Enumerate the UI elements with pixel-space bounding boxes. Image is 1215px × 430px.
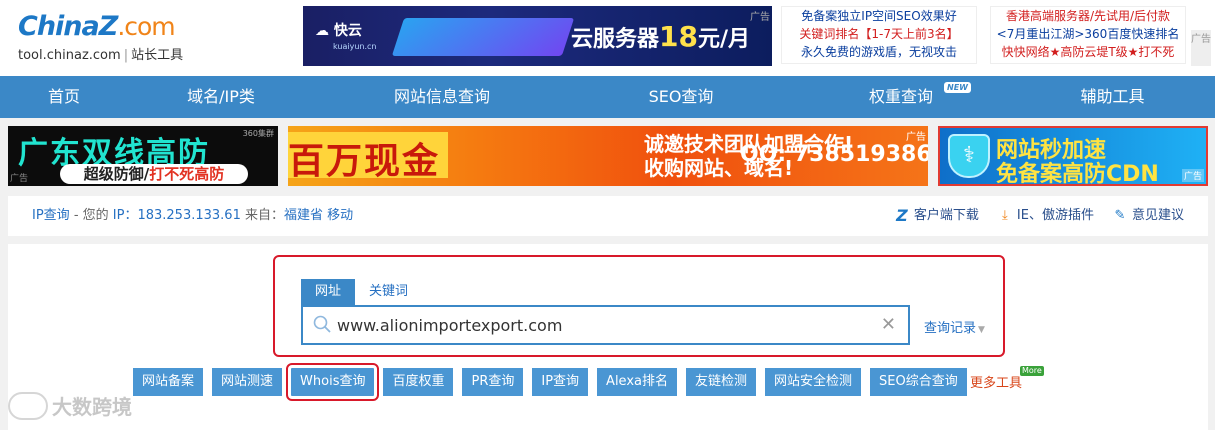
nav-home[interactable]: 首页 [0, 76, 128, 118]
ad-label: 广告 [750, 12, 770, 23]
text-ad-line[interactable]: 关键词排名【1-7天上前3名】 [782, 25, 976, 43]
side-ad-label: 广告 [1191, 30, 1211, 66]
watermark: 大数跨境 [8, 391, 132, 420]
banner-headline: 云服务器18元/月 [571, 20, 751, 53]
ip-label: - 您的 [69, 208, 113, 223]
tool-links-button[interactable]: 友链检测 [685, 368, 756, 396]
ad-label: 广告 [1181, 169, 1204, 182]
new-badge: NEW [944, 82, 971, 93]
nav-tools[interactable]: 辅助工具 [1010, 76, 1215, 118]
main-nav: 首页 域名/IP类 网站信息查询 SEO查询 权重查询 NEW 辅助工具 [0, 76, 1215, 118]
close-icon[interactable]: ✕ [881, 316, 896, 334]
watermark-logo-icon [8, 391, 48, 420]
tool-alexa-button[interactable]: Alexa排名 [597, 368, 677, 396]
top-ad-banner[interactable]: ☁ 快云 kuaiyun.cn 云服务器18元/月 广告 [303, 6, 772, 66]
tool-security-button[interactable]: 网站安全检测 [765, 368, 862, 396]
feedback-link[interactable]: ✎ 意见建议 [1112, 196, 1184, 236]
text-ad-2[interactable]: 香港高端服务器/先试用/后付款 <7月重出江湖>360百度快速排名 快快网络★高… [990, 6, 1186, 64]
more-badge: More [1020, 366, 1044, 376]
ad-recruit[interactable]: 百万现金 诚邀技术团队加盟合作! 收购网站、域名! QQ: 738519386 … [288, 126, 928, 186]
logo-wordmark: ChinaZ.com [18, 11, 176, 42]
tool-pr-button[interactable]: PR查询 [462, 368, 524, 396]
plugin-link[interactable]: ⤓ IE、傲游插件 [997, 196, 1094, 236]
text-ad-line[interactable]: 快快网络★高防云堤T级★打不死 [991, 43, 1185, 61]
ip-label: IP： [112, 208, 138, 223]
download-icon: ⤓ [1002, 208, 1008, 223]
kuaiyun-logo: ☁ 快云 [315, 23, 362, 39]
search-box: ✕ [301, 305, 910, 345]
ip-query-link[interactable]: IP查询 [32, 208, 70, 223]
tool-baidu-weight-button[interactable]: 百度权重 [383, 368, 454, 396]
ip-info-bar: IP查询 - 您的 IP：183.253.133.61 来自：福建省 移动 Z客… [8, 196, 1208, 236]
ad-guangdong-defense[interactable]: 广东双线高防 超级防御/打不死高防 360集群 广告 [8, 126, 278, 186]
text-ad-1[interactable]: 免备案独立IP空间SEO效果好 关键词排名【1-7天上前3名】 永久免费的游戏盾… [781, 6, 977, 64]
text-ad-line[interactable]: 香港高端服务器/先试用/后付款 [991, 7, 1185, 25]
tab-url[interactable]: 网址 [301, 279, 356, 305]
user-location: 福建省 移动 [284, 208, 354, 223]
text-ad-line[interactable]: 永久免费的游戏盾，无视攻击 [782, 43, 976, 61]
client-download-link[interactable]: Z 客户端下载 [894, 196, 979, 236]
query-history-dropdown[interactable]: 查询记录 ▼ [924, 317, 985, 336]
edit-icon: ✎ [1114, 208, 1126, 223]
nav-weight[interactable]: 权重查询 NEW [792, 76, 1010, 118]
chinaz-logo[interactable]: ChinaZ.com tool.chinaz.com | 站长工具 [18, 11, 184, 64]
text-ad-line[interactable]: 免备案独立IP空间SEO效果好 [782, 7, 976, 25]
tool-speed-button[interactable]: 网站测速 [212, 368, 283, 396]
chevron-down-icon: ▼ [978, 325, 985, 335]
search-tabs: 网址 关键词 [301, 279, 422, 305]
site-header: ChinaZ.com tool.chinaz.com | 站长工具 ☁ 快云 kua… [0, 0, 1215, 76]
logo-tagline: tool.chinaz.com | 站长工具 [18, 48, 184, 63]
ad-line: 免备案高防CDN [996, 162, 1159, 186]
text-ad-line[interactable]: <7月重出江湖>360百度快速排名 [991, 25, 1185, 43]
more-tools-link[interactable]: 更多工具 More [970, 366, 1044, 391]
tool-buttons: 网站备案 网站测速 Whois查询 百度权重 PR查询 IP查询 Alexa排名… [133, 363, 967, 401]
user-ip: 183.253.133.61 [137, 208, 241, 223]
tool-seo-button[interactable]: SEO综合查询 [870, 368, 967, 396]
shield-icon: ⚕ [948, 134, 990, 178]
ad-qq-number: QQ: 738519386 [740, 142, 928, 167]
kuaiyun-domain: kuaiyun.cn [333, 42, 377, 51]
nav-domain-ip[interactable]: 域名/IP类 [128, 76, 314, 118]
nav-site-info[interactable]: 网站信息查询 [314, 76, 570, 118]
search-icon [313, 315, 331, 333]
ad-label: 广告 [906, 132, 926, 143]
banner-graphic [391, 18, 575, 56]
search-input[interactable] [337, 307, 867, 343]
nav-seo[interactable]: SEO查询 [570, 76, 792, 118]
tab-keyword[interactable]: 关键词 [355, 279, 422, 305]
chinaz-z-icon: Z [896, 206, 908, 225]
tool-icp-button[interactable]: 网站备案 [133, 368, 204, 396]
ad-subtitle: 超级防御/打不死高防 [60, 164, 248, 184]
search-panel: 网址 关键词 ✕ 查询记录▼ 网站备案 网站测速 Whois查询 百度权重 PR… [8, 244, 1208, 430]
location-label: 来自： [240, 208, 284, 223]
ad-money-text: 百万现金 [288, 141, 441, 182]
ad-corner-label: 360集群 [242, 129, 274, 138]
tool-whois-button[interactable]: Whois查询 [286, 363, 380, 401]
ad-label: 广告 [10, 174, 29, 184]
ad-cdn[interactable]: ⚕ 网站秒加速 免备案高防CDN 广告 [938, 126, 1208, 186]
tool-ip-button[interactable]: IP查询 [532, 368, 589, 396]
